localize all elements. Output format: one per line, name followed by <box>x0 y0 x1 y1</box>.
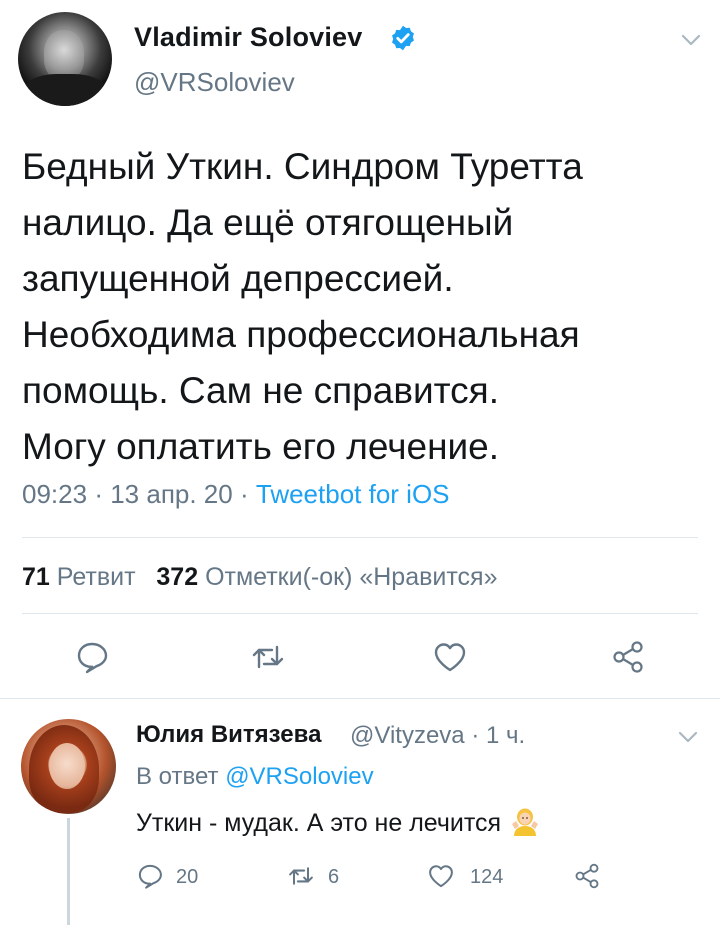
retweet-label[interactable]: Ретвит <box>57 563 136 591</box>
author-name[interactable]: Vladimir Soloviev <box>134 22 362 53</box>
reply-to-line: В ответ @VRSoloviev <box>136 763 374 791</box>
author-avatar[interactable] <box>18 12 112 106</box>
like-label[interactable]: Отметки(-ок) «Нравится» <box>205 563 497 591</box>
heart-icon[interactable] <box>427 862 455 890</box>
divider <box>22 613 698 614</box>
meta-separator: · <box>94 479 103 509</box>
avatar-face <box>44 30 84 80</box>
chevron-down-icon[interactable] <box>678 730 698 744</box>
reply-author-avatar[interactable] <box>21 719 116 814</box>
verified-badge-icon <box>392 25 414 51</box>
reply-icon[interactable] <box>136 862 164 890</box>
tweet-time: 09:23 <box>22 479 88 509</box>
heart-icon[interactable] <box>432 639 468 675</box>
share-icon[interactable] <box>573 862 601 890</box>
meta-separator: · <box>239 479 249 509</box>
reply-author-handle[interactable]: @Vityzeva <box>350 722 465 749</box>
avatar-body <box>24 74 106 106</box>
tweet-stats: 71 Ретвит 372 Отметки(-ок) «Нравится» <box>22 563 497 592</box>
section-divider <box>0 698 720 699</box>
retweet-icon[interactable] <box>250 639 286 675</box>
tweet-source-link[interactable]: Tweetbot for iOS <box>256 479 450 509</box>
share-icon[interactable] <box>610 639 646 675</box>
meta-separator: · <box>471 722 480 749</box>
thread-line <box>67 818 70 925</box>
author-handle[interactable]: @VRSoloviev <box>134 67 295 98</box>
reply-retweet-count: 6 <box>328 866 340 888</box>
tweet-text: Бедный Уткин. Синдром Туретта налицо. Да… <box>22 146 583 467</box>
tweet-date: 13 апр. 20 <box>110 479 233 509</box>
tweet-meta: 09:23 · 13 апр. 20 · Tweetbot for iOS <box>22 479 450 510</box>
retweet-count[interactable]: 71 <box>22 563 50 591</box>
reply-text: Уткин - мудак. А это не лечится <box>136 807 540 838</box>
divider <box>22 537 698 538</box>
reply-meta: @Vityzeva · 1 ч. <box>350 722 525 750</box>
reply-to-handle-link[interactable]: @VRSoloviev <box>225 763 373 790</box>
reply-count: 20 <box>176 866 199 888</box>
person-shrugging-emoji <box>512 808 539 836</box>
reply-author-name[interactable]: Юлия Витязева <box>136 721 321 749</box>
reply-icon[interactable] <box>74 639 110 675</box>
chevron-down-icon[interactable] <box>681 33 701 47</box>
reply-text-content: Уткин - мудак. А это не лечится <box>136 809 502 837</box>
like-count[interactable]: 372 <box>156 563 198 591</box>
reply-prefix: В ответ <box>136 763 219 790</box>
retweet-icon[interactable] <box>287 862 315 890</box>
avatar-face <box>49 743 85 789</box>
reply-time: 1 ч. <box>485 722 526 749</box>
reply-like-count: 124 <box>470 866 504 888</box>
